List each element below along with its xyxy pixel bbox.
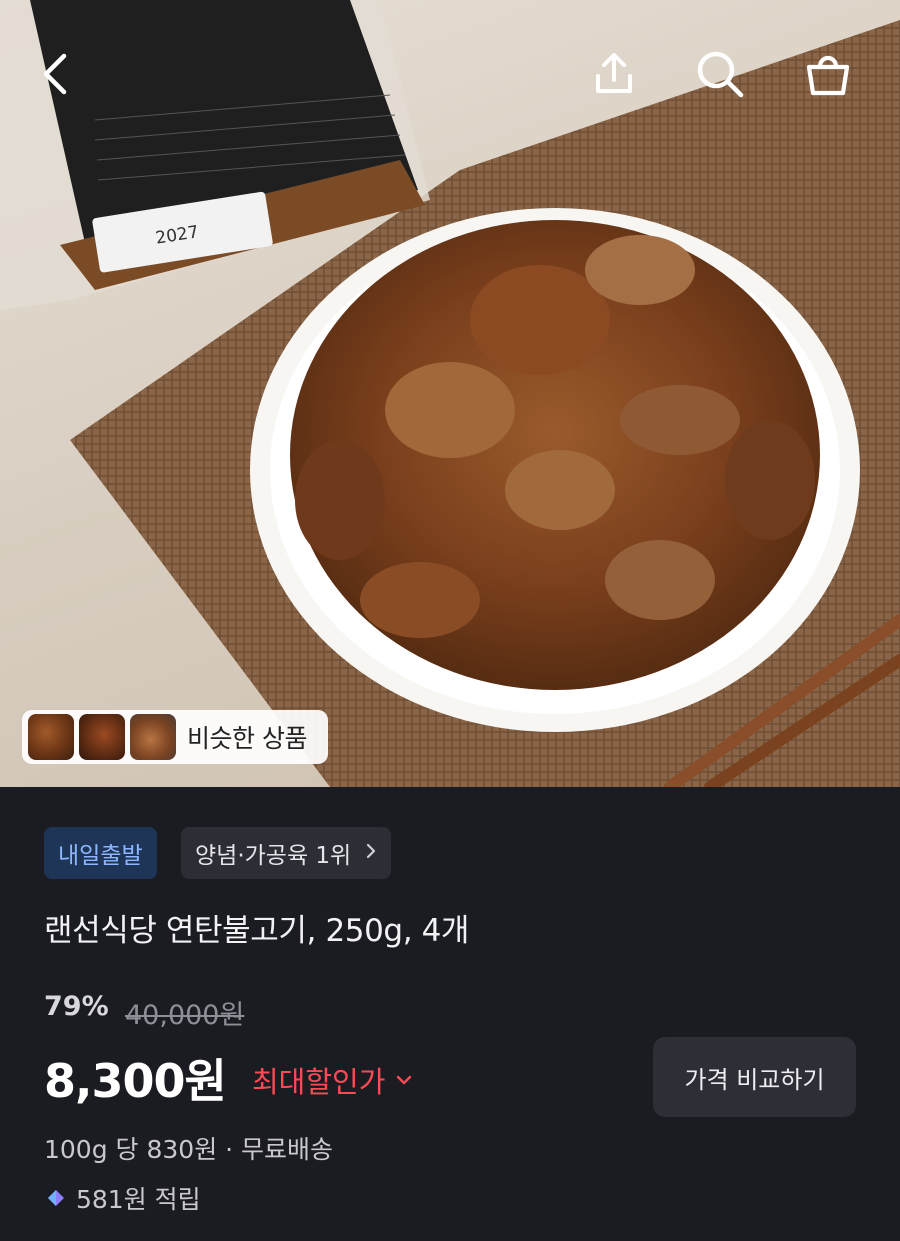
share-icon[interactable] (586, 46, 642, 102)
max-discount-toggle[interactable]: 최대할인가 (252, 1059, 413, 1101)
similar-products-label: 비슷한 상품 (187, 724, 307, 753)
delivery-badge: 내일출발 (44, 827, 157, 879)
reward-points-label: 581원 적립 (76, 1185, 201, 1214)
similar-products-button[interactable]: 비슷한 상품 (22, 710, 328, 764)
reward-gem-icon (48, 1190, 64, 1206)
delivery-badge-label: 내일출발 (58, 843, 143, 869)
discount-rate: 79% (44, 991, 109, 1022)
search-icon[interactable] (692, 46, 748, 102)
product-title: 랜선식당 연탄불고기, 250g, 4개 (44, 913, 470, 949)
sale-price: 8,300원 (44, 1054, 227, 1108)
product-photo-scene: 2027 (0, 0, 900, 787)
similar-product-thumb (28, 714, 74, 760)
ranking-badge[interactable]: 양념·가공육 1위 (181, 827, 392, 879)
chevron-down-icon (395, 1070, 413, 1091)
back-icon[interactable] (28, 46, 84, 102)
ranking-badge-label: 양념·가공육 1위 (195, 843, 352, 869)
product-info-panel: 내일출발 양념·가공육 1위 랜선식당 연탄불고기, 250g, 4개 79% … (0, 787, 900, 1241)
max-discount-label: 최대할인가 (252, 1065, 386, 1099)
unit-price-shipping: 100g 당 830원 · 무료배송 (44, 1135, 334, 1164)
original-price: 40,000원 (125, 1000, 245, 1031)
similar-product-thumb (130, 714, 176, 760)
chevron-right-icon (365, 841, 377, 865)
product-image[interactable]: 2027 비슷한 상품 (0, 0, 900, 787)
bulgogi-meat (290, 220, 820, 690)
similar-product-thumb (79, 714, 125, 760)
compare-price-button[interactable]: 가격 비교하기 (653, 1037, 856, 1117)
cart-icon[interactable] (800, 46, 856, 102)
reward-points: 581원 적립 (44, 1180, 201, 1216)
